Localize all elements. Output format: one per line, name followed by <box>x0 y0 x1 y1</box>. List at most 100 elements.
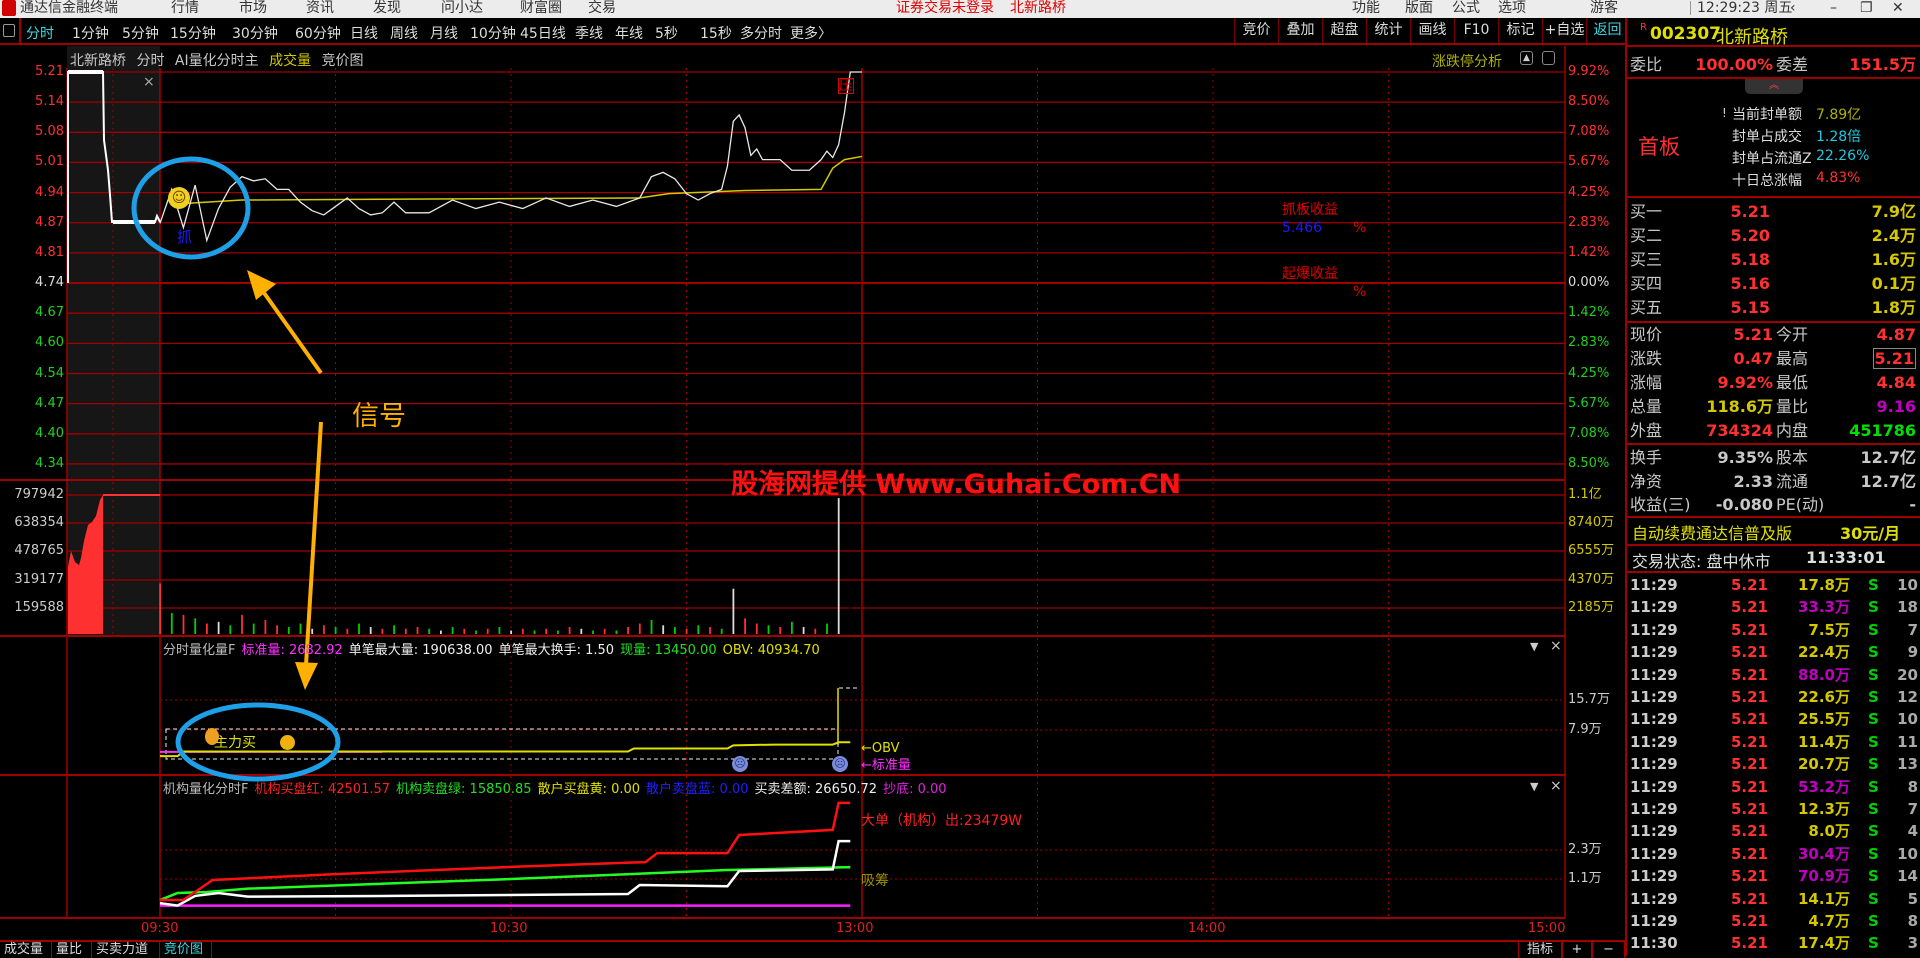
tick-price: 5.21 <box>1730 777 1768 796</box>
volume-bar <box>568 627 571 634</box>
tick-price: 5.21 <box>1730 688 1768 706</box>
bid-label: 买四 <box>1630 273 1663 293</box>
ind2-tick: 2.3万 <box>1568 842 1602 857</box>
ind2-menu-icon[interactable]: ▼ <box>1530 780 1538 793</box>
bid-row[interactable]: 买五 5.15 1.8万 <box>1630 296 1918 319</box>
ind2-close-icon[interactable]: × <box>1550 778 1562 794</box>
window-control-2[interactable]: ❐ <box>1860 1 1873 15</box>
panel-icon[interactable] <box>1542 51 1555 65</box>
ind2-name[interactable]: 机构量化分时F <box>163 782 248 797</box>
tick-price: 5.21 <box>1730 643 1768 662</box>
signal-annotation: 信号 <box>352 401 406 432</box>
ind1-obv: OBV: 40934.70 <box>722 643 820 658</box>
stat-label: 收益(三) <box>1630 495 1691 514</box>
time-tick: 14:00 <box>1188 921 1226 936</box>
stat-label: 股本 <box>1776 448 1809 467</box>
tick-volume: 12.3万 <box>1797 800 1850 818</box>
close-auction-icon[interactable]: × <box>143 74 155 90</box>
ind1-menu-icon[interactable]: ▼ <box>1530 640 1538 653</box>
tick-direction: S <box>1868 934 1879 953</box>
tick-price: 5.21 <box>1730 732 1768 751</box>
ind1-close-icon[interactable]: × <box>1550 638 1562 654</box>
burst-profit-pct: % <box>1353 284 1367 300</box>
bid-row[interactable]: 买四 5.16 0.1万 <box>1630 272 1918 295</box>
bid-row[interactable]: 买三 5.18 1.6万 <box>1630 248 1918 271</box>
price-tick: 4.67 <box>35 305 64 321</box>
grab-profit-value: 5.466 <box>1282 220 1323 236</box>
divider <box>1627 45 1920 47</box>
tick-direction: S <box>1868 867 1879 886</box>
tick-volume: 70.9万 <box>1797 867 1850 886</box>
divider <box>1627 443 1920 445</box>
divider <box>1627 544 1920 546</box>
order-ratio-row: 委比 100.00% 委差 151.5万 <box>1630 53 1918 76</box>
up-icon[interactable]: ▲ <box>1520 51 1533 65</box>
promo-link[interactable]: 自动续费通达信普及版 <box>1632 520 1792 544</box>
tick-time: 11:29 <box>1630 755 1678 774</box>
tick-time: 11:29 <box>1630 912 1678 930</box>
volume-bar <box>557 630 559 634</box>
info-label: 当前封单额 <box>1732 107 1802 123</box>
volume-bar <box>533 630 536 634</box>
tick-row: 11:29 5.21 20.7万 S 13 <box>1630 753 1918 775</box>
tick-row: 11:29 5.21 33.3万 S 18 <box>1630 596 1918 618</box>
stat-value: 2.33 <box>1733 471 1773 491</box>
volume-bar <box>393 625 395 634</box>
ind2-green: 机构卖盘绿: 15850.85 <box>396 782 532 797</box>
volume-bar <box>287 627 290 634</box>
info-value: 4.83% <box>1816 170 1861 186</box>
tick-count: 13 <box>1897 755 1918 774</box>
window-control-0[interactable]: ‹ <box>1790 1 1796 15</box>
ind1-tick: 15.7万 <box>1568 692 1610 707</box>
fruit-icon <box>280 735 295 750</box>
stat-label: 最低 <box>1776 372 1809 392</box>
volume-bar <box>709 627 711 634</box>
limit-analysis-link[interactable]: 涨跌停分析 <box>1432 51 1502 71</box>
promo-price[interactable]: 30元/月 <box>1840 520 1900 544</box>
bid-label: 买一 <box>1630 202 1663 221</box>
grab-signal-label: 抓 <box>177 228 193 246</box>
time-tick: 15:00 <box>1528 921 1566 936</box>
bid-label: 买三 <box>1630 249 1663 269</box>
ind1-name[interactable]: 分时量化量F <box>163 643 235 658</box>
value: 151.5万 <box>1849 55 1916 74</box>
volume-bar <box>428 628 431 634</box>
absorb-label: 吸筹 <box>861 873 889 889</box>
bid-row[interactable]: 买二 5.20 2.4万 <box>1630 224 1918 247</box>
annotation-arrow <box>304 421 323 666</box>
tick-count: 8 <box>1907 777 1918 796</box>
tick-row: 11:29 5.21 30.4万 S 10 <box>1630 843 1918 865</box>
tick-price: 5.21 <box>1730 889 1768 908</box>
volume-bar <box>638 623 641 634</box>
price-tick: 5.21 <box>35 64 64 79</box>
vol-tick: 319177 <box>14 572 64 587</box>
tick-price: 5.21 <box>1730 576 1768 594</box>
tick-direction: S <box>1868 732 1879 751</box>
ind2-bottom: 抄底: 0.00 <box>883 782 947 797</box>
pct-tick: 9.92% <box>1568 64 1610 79</box>
bid-price: 5.15 <box>1730 297 1770 317</box>
tick-row: 11:29 5.21 22.6万 S 12 <box>1630 686 1918 708</box>
bid-price: 5.16 <box>1730 273 1770 293</box>
collapse-chevron-icon[interactable]: ︽ <box>1745 79 1803 94</box>
time-tick: 13:00 <box>836 921 874 936</box>
window-control-3[interactable]: ✕ <box>1892 1 1904 15</box>
tick-time: 11:29 <box>1630 710 1678 729</box>
chart-volume-toggle[interactable]: 成交量 <box>269 53 311 69</box>
sad-face-icon: ☹ <box>832 756 848 772</box>
volume-bar <box>744 618 746 634</box>
chart-mode[interactable]: 分时 <box>136 53 164 69</box>
chart-auction-toggle[interactable]: 竞价图 <box>322 53 364 69</box>
tick-volume: 17.4万 <box>1797 934 1850 953</box>
stat-row: 收益(三) -0.080 PE(动) - <box>1630 493 1918 516</box>
tick-time: 11:30 <box>1630 934 1678 953</box>
bid-row[interactable]: 买一 5.21 7.9亿 <box>1630 200 1918 223</box>
tick-count: 7 <box>1907 800 1918 818</box>
chart-indicator[interactable]: AI量化分时主 <box>175 53 259 69</box>
info-value: 1.28倍 <box>1816 129 1862 145</box>
volume-bar <box>475 630 477 634</box>
sad-face-icon: ☹ <box>732 756 748 772</box>
tick-time: 11:29 <box>1630 800 1678 818</box>
ind1-max-turn: 单笔最大换手: 1.50 <box>498 643 615 658</box>
window-control-1[interactable]: – <box>1830 1 1837 15</box>
